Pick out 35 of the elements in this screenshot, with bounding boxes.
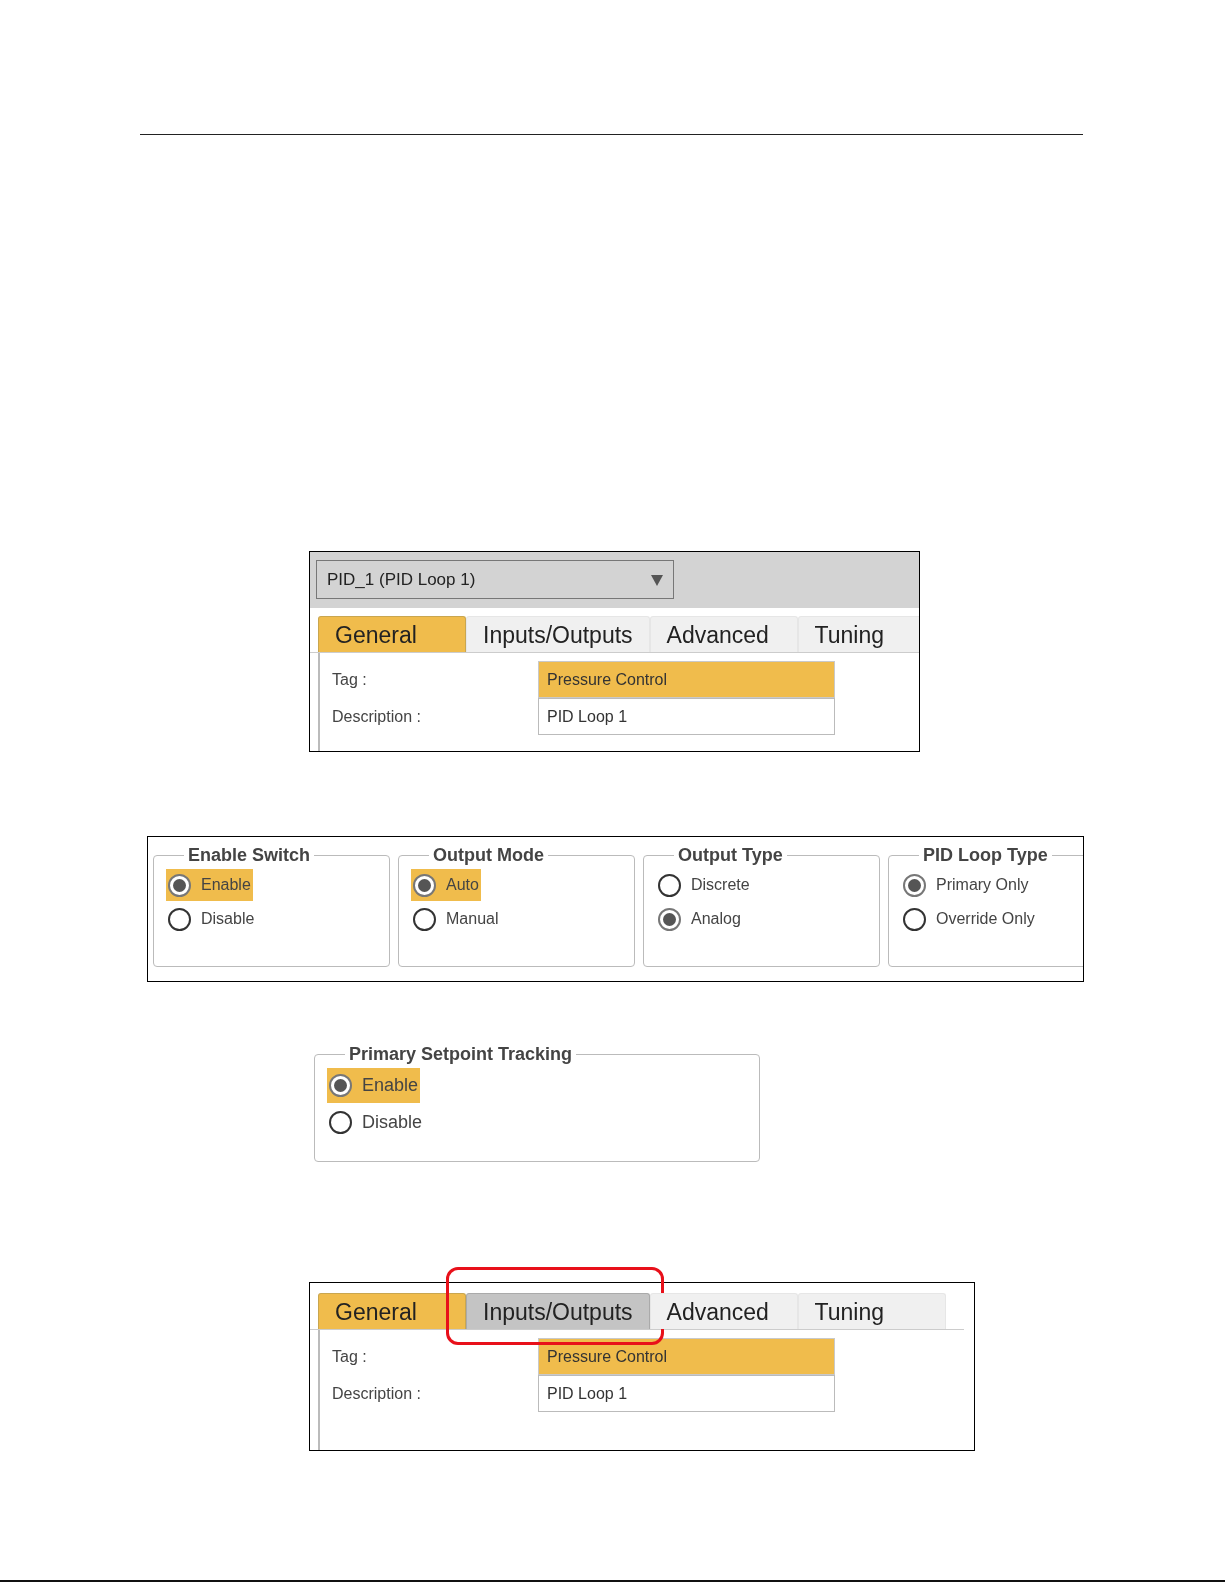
radio-button[interactable] bbox=[658, 873, 681, 897]
tab[interactable]: General bbox=[318, 1293, 466, 1329]
option-label[interactable]: Manual bbox=[446, 907, 499, 931]
input-field[interactable]: PID Loop 1 bbox=[538, 698, 835, 735]
radio-button[interactable] bbox=[903, 907, 926, 931]
radio-button[interactable] bbox=[413, 907, 436, 931]
option-label[interactable]: Analog bbox=[691, 907, 741, 931]
tab[interactable]: General bbox=[318, 616, 466, 652]
input-field[interactable]: Pressure Control bbox=[538, 661, 835, 698]
tab[interactable]: Tuning bbox=[797, 616, 919, 652]
option-label[interactable]: Discrete bbox=[691, 873, 750, 897]
option-label[interactable]: Disable bbox=[362, 1109, 423, 1136]
field-label: Tag : bbox=[332, 1346, 368, 1367]
input-field[interactable]: Pressure Control bbox=[538, 1338, 835, 1375]
tab[interactable]: Inputs/Outputs bbox=[466, 616, 650, 652]
field-label: Description : bbox=[332, 706, 422, 727]
dropdown[interactable]: PID_1 (PID Loop 1) bbox=[316, 560, 674, 599]
option-label[interactable]: Primary Only bbox=[936, 873, 1029, 897]
radio-button[interactable] bbox=[329, 1074, 352, 1097]
tab[interactable]: Inputs/Outputs bbox=[466, 1293, 650, 1329]
radio-button[interactable] bbox=[329, 1111, 352, 1134]
option-label[interactable]: Disable bbox=[201, 907, 255, 931]
caret-icon bbox=[651, 573, 663, 586]
field-label: Tag : bbox=[332, 669, 368, 690]
option-label[interactable]: Override Only bbox=[936, 907, 1035, 931]
field-label: Description : bbox=[332, 1383, 422, 1404]
input-field[interactable]: PID Loop 1 bbox=[538, 1375, 835, 1412]
tab[interactable]: Advanced bbox=[649, 1293, 798, 1329]
radio-button[interactable] bbox=[168, 873, 191, 897]
radio-button[interactable] bbox=[658, 907, 681, 931]
tab[interactable]: Tuning bbox=[797, 1293, 946, 1329]
radio-button[interactable] bbox=[413, 873, 436, 897]
radio-button[interactable] bbox=[168, 907, 191, 931]
tab[interactable]: Advanced bbox=[649, 616, 798, 652]
radio-button[interactable] bbox=[903, 873, 926, 897]
